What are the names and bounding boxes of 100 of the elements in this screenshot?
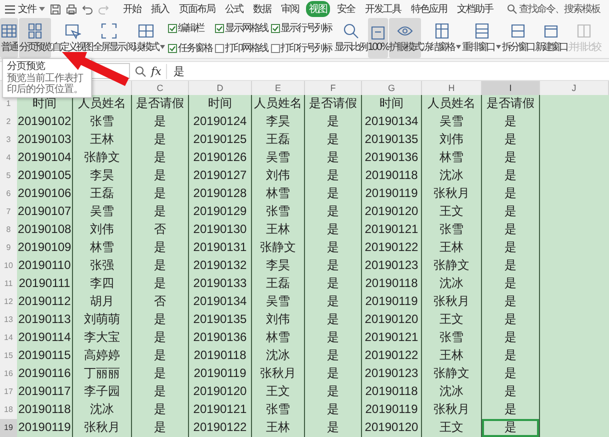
table-cell: 是: [482, 311, 540, 330]
table-cell: 林雪: [422, 149, 482, 168]
checkbox-label: 打印网格线: [225, 42, 268, 55]
menu-icon[interactable]: [5, 4, 15, 14]
table-cell: 否: [132, 293, 189, 312]
table-cell: 沈冰: [73, 401, 132, 420]
menu-tab[interactable]: 审阅: [278, 1, 302, 17]
table-cell: 20190120: [362, 311, 422, 330]
table-cell: 是: [482, 167, 540, 186]
table-cell: 是否请假: [305, 95, 362, 114]
table-cell: 人员姓名: [422, 95, 482, 114]
save-icon[interactable]: [50, 4, 61, 14]
checkbox[interactable]: [168, 24, 177, 32]
ribbon-button[interactable]: 普通: [0, 18, 18, 58]
table-cell: 王林: [252, 221, 305, 240]
table-cell: 是: [482, 347, 540, 366]
table-cell: 张静文: [73, 149, 132, 168]
checkbox[interactable]: [168, 44, 177, 52]
table-cell: 是: [305, 149, 362, 168]
table-cell: 林雪: [252, 329, 305, 348]
table-cell: 20190121: [362, 329, 422, 348]
ribbon-button[interactable]: 护眼模式: [389, 18, 422, 58]
table-cell: 张雪: [252, 401, 305, 420]
table-cell: 20190118: [17, 401, 73, 420]
row-number[interactable]: 19: [0, 419, 17, 437]
table-cell: 是: [305, 113, 362, 132]
zoom-icon[interactable]: [135, 66, 146, 76]
checkbox[interactable]: [215, 24, 224, 32]
table-cell: 20190121: [189, 401, 252, 420]
table-cell: 20190113: [17, 311, 73, 330]
table-cell: 20190120: [189, 383, 252, 402]
function-label[interactable]: fx: [151, 64, 162, 78]
table-cell: 是: [482, 401, 540, 420]
menu-tab[interactable]: 开始: [120, 1, 144, 17]
menu-tab[interactable]: 插入: [148, 1, 172, 17]
table-cell: 人员姓名: [252, 95, 305, 114]
table-cell: 20190119: [362, 401, 422, 420]
table-cell: 沈冰: [422, 383, 482, 402]
table-cell: 王文: [252, 383, 305, 402]
menu-tab[interactable]: 公式: [222, 1, 246, 17]
checkbox[interactable]: [270, 44, 280, 52]
grid-icon: [136, 22, 154, 40]
table-cell: 是: [132, 275, 189, 294]
checkbox-label: 编辑栏: [178, 22, 204, 35]
table-cell: 是: [482, 257, 540, 276]
table-cell: 是: [132, 203, 189, 222]
ribbon-button[interactable]: 100%: [368, 18, 388, 58]
ribbon-button[interactable]: 全屏显示: [93, 18, 125, 58]
checkbox-label: 显示行号列标: [280, 22, 332, 35]
formula-field[interactable]: 是: [166, 64, 609, 78]
ribbon-button[interactable]: 拆分窗口: [502, 18, 534, 58]
ribbon-button[interactable]: 分页预览: [19, 18, 51, 58]
table-cell: 20190130: [189, 221, 252, 240]
table-cell: 是: [305, 203, 362, 222]
menu-tab[interactable]: 视图: [306, 1, 330, 17]
ribbon-button[interactable]: 重排窗口: [462, 18, 502, 58]
table-cell: 王磊: [252, 131, 305, 150]
table-cell: 否: [132, 221, 189, 240]
checkbox[interactable]: [215, 44, 224, 52]
table-cell: 是: [132, 329, 189, 348]
table-cell: 王文: [422, 419, 482, 437]
table-cell: 是: [305, 401, 362, 420]
table-cell: 是: [482, 149, 540, 168]
menu-tab[interactable]: 特色应用: [408, 1, 450, 17]
menu-tab[interactable]: 文档助手: [454, 1, 496, 17]
menu-tab[interactable]: 安全: [334, 1, 358, 17]
table-cell: 是: [305, 365, 362, 384]
tooltip-title: 分页预览: [7, 61, 46, 72]
table-cell: 20190118: [362, 383, 422, 402]
table-cell: 王磊: [252, 275, 305, 294]
checkbox[interactable]: [270, 24, 280, 32]
ribbon-button[interactable]: 阅读模式: [126, 18, 165, 58]
table-cell: 王文: [422, 203, 482, 222]
table-cell: 20190124: [189, 113, 252, 132]
table-cell: 20190111: [17, 275, 73, 294]
table-cell: 20190122: [189, 419, 252, 437]
table-cell: 吴雪: [73, 203, 132, 222]
table-cell: 20190133: [189, 275, 252, 294]
undo-icon[interactable]: [82, 4, 93, 14]
table-cell: 是: [132, 167, 189, 186]
table-cell: 20190103: [17, 131, 73, 150]
ribbon-button[interactable]: 新建窗口: [535, 18, 568, 58]
table-cell: 是: [482, 275, 540, 294]
table-cell: 张雪: [252, 203, 305, 222]
menu-tab[interactable]: 页面布局: [176, 1, 218, 17]
table-cell: 是: [132, 419, 189, 437]
menu-tab[interactable]: 数据: [250, 1, 274, 17]
ribbon-button[interactable]: 冻结窗格: [422, 18, 462, 58]
table-cell: 20190118: [362, 275, 422, 294]
file-menu[interactable]: 文件: [18, 2, 36, 16]
search-link[interactable]: 查找命令、搜索模板: [519, 2, 600, 16]
table-cell: 20190134: [362, 113, 422, 132]
menu-tab[interactable]: 开发工具: [362, 1, 404, 17]
ribbon-button[interactable]: 显示比例: [334, 18, 366, 58]
print-icon[interactable]: [66, 4, 77, 14]
table-cell: 是: [482, 329, 540, 348]
table-cell: 20190115: [17, 347, 73, 366]
column-header[interactable]: I: [482, 81, 540, 95]
table-cell: 张雪: [73, 113, 132, 132]
table-cell: 高婷婷: [73, 347, 132, 366]
